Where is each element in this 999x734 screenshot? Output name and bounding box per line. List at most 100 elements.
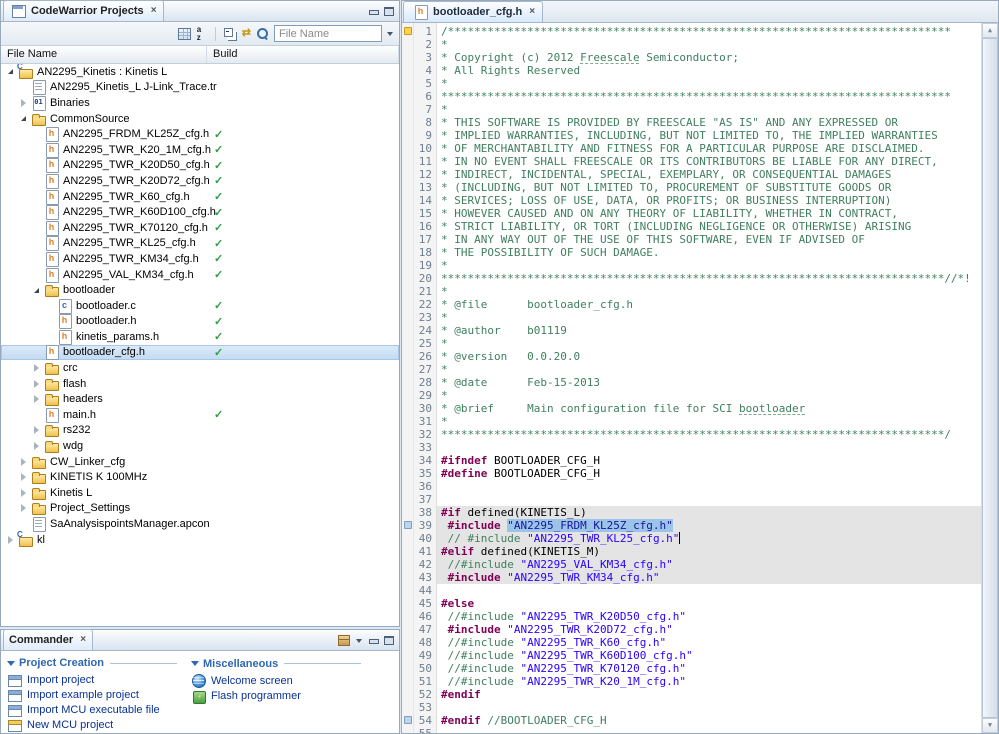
maximize-icon[interactable] bbox=[384, 7, 394, 16]
minimize-icon[interactable] bbox=[368, 636, 379, 645]
tree-item[interactable]: CommonSource bbox=[1, 111, 399, 127]
line-number: 36 bbox=[418, 480, 432, 493]
search-icon[interactable] bbox=[256, 27, 269, 40]
minimize-icon[interactable] bbox=[368, 7, 379, 16]
code-area[interactable]: /***************************************… bbox=[437, 23, 981, 733]
tree-open-arrow-icon[interactable] bbox=[17, 116, 29, 121]
commander-section-title[interactable]: Project Creation bbox=[7, 656, 177, 671]
project-icon bbox=[17, 530, 34, 547]
commander-item-new-project[interactable]: New MCU project bbox=[7, 718, 177, 733]
tree-item[interactable]: rs232 bbox=[1, 423, 399, 439]
commander-section: Miscellaneous Welcome screen Flash program… bbox=[191, 656, 361, 733]
tree-item[interactable]: AN2295_TWR_K20D50_cfg.h ✓ bbox=[1, 158, 399, 174]
tree-closed-arrow-icon[interactable] bbox=[17, 99, 29, 107]
maximize-icon[interactable] bbox=[384, 636, 394, 645]
commander-item-flash-programmer[interactable]: Flash programmer bbox=[191, 689, 361, 705]
scroll-down-icon[interactable]: ▼ bbox=[982, 718, 998, 733]
commander-item-import-example[interactable]: Import example project bbox=[7, 688, 177, 703]
tree-closed-arrow-icon[interactable] bbox=[30, 442, 42, 450]
tree-item[interactable]: kl bbox=[1, 530, 399, 548]
link-with-editor-icon[interactable]: ⇄ bbox=[242, 28, 251, 39]
tree-item[interactable]: Project_Settings bbox=[1, 501, 399, 517]
line-number: 14 bbox=[418, 194, 432, 207]
line-number: 45 bbox=[418, 597, 432, 610]
tab-commander[interactable]: Commander × bbox=[3, 629, 94, 650]
package-icon[interactable] bbox=[338, 635, 350, 646]
project-tree[interactable]: AN2295_Kinetis : Kinetis L AN2295_Kinetis… bbox=[1, 64, 399, 625]
tree-closed-arrow-icon[interactable] bbox=[4, 536, 16, 544]
close-icon[interactable]: × bbox=[80, 635, 86, 645]
tree-item-label: headers bbox=[63, 393, 103, 406]
line-number: 44 bbox=[418, 584, 432, 597]
column-build[interactable]: Build bbox=[207, 46, 399, 63]
editor-scrollbar[interactable]: ▲ ▼ bbox=[981, 23, 998, 733]
tree-item-label: Kinetis L bbox=[50, 486, 93, 499]
tree-closed-arrow-icon[interactable] bbox=[17, 458, 29, 466]
tree-item[interactable]: AN2295_TWR_K60_cfg.h ✓ bbox=[1, 189, 399, 205]
close-icon[interactable]: × bbox=[151, 6, 157, 16]
collapse-all-icon[interactable] bbox=[223, 27, 237, 40]
tree-item[interactable]: AN2295_TWR_KM34_cfg.h ✓ bbox=[1, 251, 399, 267]
scroll-up-icon[interactable]: ▲ bbox=[982, 23, 998, 38]
nav-marker-icon[interactable] bbox=[404, 521, 412, 529]
close-icon[interactable]: × bbox=[529, 7, 535, 17]
tree-open-arrow-icon[interactable] bbox=[4, 69, 16, 74]
commander-section-title[interactable]: Miscellaneous bbox=[191, 656, 361, 671]
tree-closed-arrow-icon[interactable] bbox=[30, 380, 42, 388]
tree-item[interactable]: crc bbox=[1, 360, 399, 376]
tree-closed-arrow-icon[interactable] bbox=[17, 473, 29, 481]
commander-item-import-executable[interactable]: Import MCU executable file bbox=[7, 703, 177, 718]
line-number-ruler[interactable]: 1 2 3 4 5 6 7 8 9 10 11 12 13 14 15 16 17 18 19 20 21 22 23 24 2… bbox=[414, 23, 437, 733]
tree-closed-arrow-icon[interactable] bbox=[30, 426, 42, 434]
tab-codewarrior-projects[interactable]: CodeWarrior Projects × bbox=[3, 0, 164, 21]
tree-item[interactable]: CW_Linker_cfg bbox=[1, 454, 399, 470]
hfile-icon bbox=[44, 189, 60, 205]
tab-bootloader-cfg-h[interactable]: bootloader_cfg.h × bbox=[403, 1, 544, 22]
tree-item[interactable]: main.h ✓ bbox=[1, 407, 399, 423]
tree-item[interactable]: headers bbox=[1, 391, 399, 407]
tree-item[interactable]: Binaries bbox=[1, 95, 399, 111]
tree-item[interactable]: AN2295_TWR_KL25_cfg.h ✓ bbox=[1, 236, 399, 252]
build-check-icon: ✓ bbox=[214, 269, 224, 282]
view-menu-icon[interactable] bbox=[356, 638, 362, 643]
annotation-ruler[interactable] bbox=[402, 23, 414, 733]
filter-dropdown-icon[interactable] bbox=[387, 31, 393, 36]
tree-item[interactable]: AN2295_TWR_K60D100_cfg.h✓ bbox=[1, 204, 399, 221]
tree-item[interactable]: AN2295_Kinetis_L J-Link_Trace.tr bbox=[1, 80, 399, 96]
tree-item[interactable]: kinetis_params.h ✓ bbox=[1, 329, 399, 345]
task-marker-icon[interactable] bbox=[404, 27, 412, 35]
code-line: #else bbox=[441, 597, 475, 610]
tree-item[interactable]: bootloader.h ✓ bbox=[1, 314, 399, 330]
tree-item-label: kl bbox=[37, 533, 45, 546]
scrollbar-thumb[interactable] bbox=[982, 38, 998, 718]
tree-item[interactable]: AN2295_VAL_KM34_cfg.h ✓ bbox=[1, 267, 399, 283]
tree-item[interactable]: AN2295_TWR_K20_1M_cfg.h✓ bbox=[1, 142, 399, 158]
tree-open-arrow-icon[interactable] bbox=[30, 288, 42, 293]
tree-item[interactable]: AN2295_Kinetis : Kinetis L bbox=[1, 64, 399, 80]
code-line: #ifndef BOOTLOADER_CFG_H bbox=[441, 454, 600, 467]
column-file-name[interactable]: File Name bbox=[1, 46, 207, 63]
line-number: 21 bbox=[418, 285, 432, 298]
tree-closed-arrow-icon[interactable] bbox=[17, 489, 29, 497]
tree-item-label: bootloader.h bbox=[76, 315, 137, 328]
tree-closed-arrow-icon[interactable] bbox=[30, 364, 42, 372]
tree-item[interactable]: wdg bbox=[1, 438, 399, 454]
tree-item[interactable]: AN2295_FRDM_KL25Z_cfg.h ✓ bbox=[1, 126, 399, 143]
tree-item[interactable]: KINETIS K 100MHz bbox=[1, 469, 399, 485]
tree-item[interactable]: SaAnalysispointsManager.apcon bbox=[1, 516, 399, 533]
commander-item-import-project[interactable]: Import project bbox=[7, 673, 177, 688]
nav-marker-icon[interactable] bbox=[404, 716, 412, 724]
file-name-filter-input[interactable] bbox=[274, 25, 382, 42]
tree-item[interactable]: bootloader_cfg.h ✓ bbox=[1, 344, 399, 361]
commander-item-welcome-globe[interactable]: Welcome screen bbox=[191, 673, 361, 689]
tree-item[interactable]: AN2295_TWR_K20D72_cfg.h ✓ bbox=[1, 173, 399, 189]
tree-item[interactable]: bootloader.c ✓ bbox=[1, 298, 399, 314]
view-presentation-icon[interactable] bbox=[177, 27, 191, 40]
tree-item[interactable]: Kinetis L bbox=[1, 485, 399, 501]
tree-closed-arrow-icon[interactable] bbox=[17, 504, 29, 512]
tree-item[interactable]: flash bbox=[1, 376, 399, 392]
tree-item[interactable]: AN2295_TWR_K70120_cfg.h ✓ bbox=[1, 220, 399, 236]
sort-az-icon[interactable] bbox=[196, 25, 208, 42]
tree-closed-arrow-icon[interactable] bbox=[30, 395, 42, 403]
tree-item[interactable]: bootloader bbox=[1, 282, 399, 298]
